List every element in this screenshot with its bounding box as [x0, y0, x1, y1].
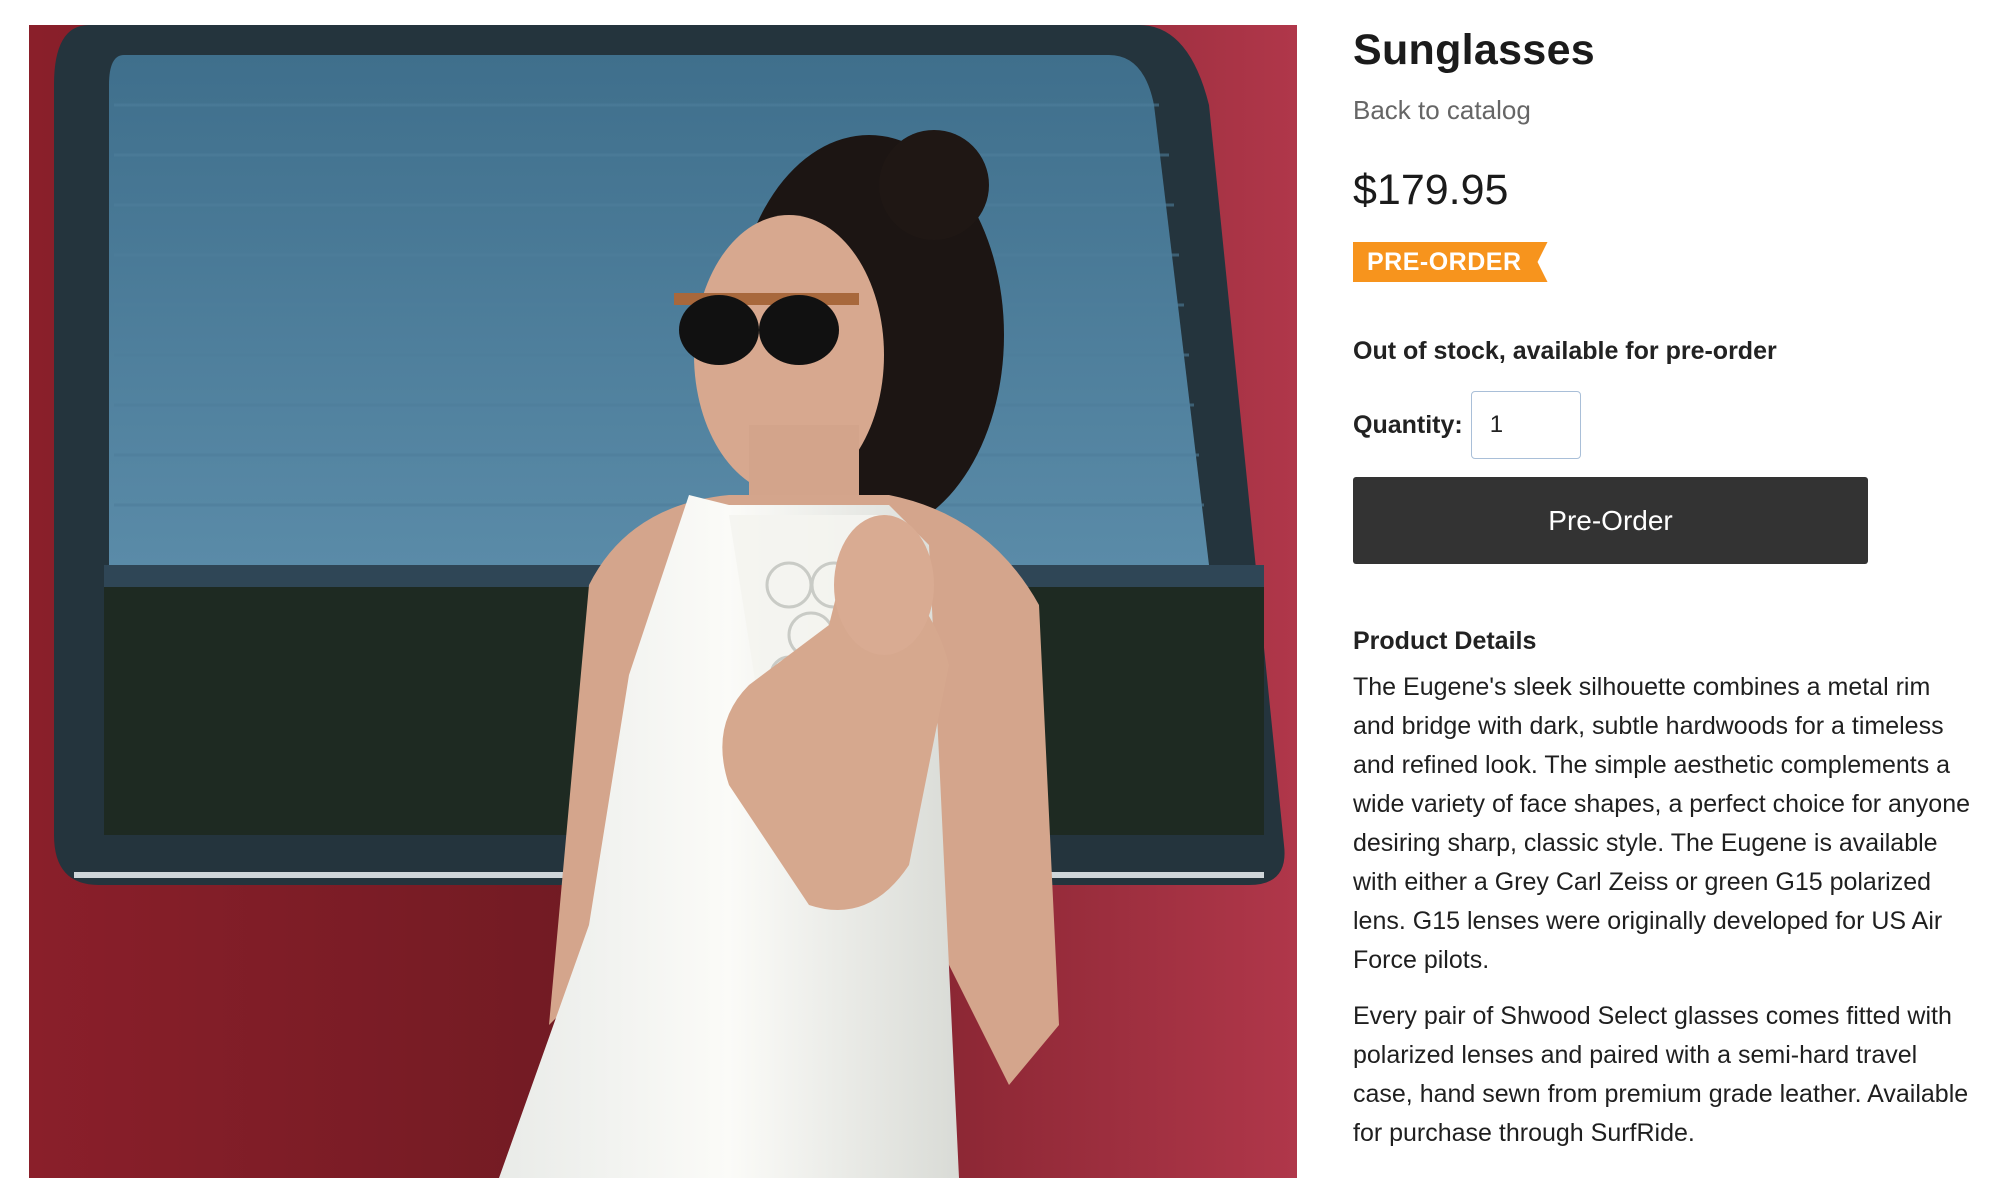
product-description-paragraph: Every pair of Shwood Select glasses come… — [1353, 1002, 1969, 1147]
product-title: Sunglasses — [1353, 26, 1595, 74]
quantity-row: Quantity: — [1353, 391, 1581, 459]
quantity-label: Quantity: — [1353, 410, 1463, 439]
product-page: Sunglasses Back to catalog $179.95 PRE-O… — [0, 0, 1999, 1178]
back-to-catalog-link[interactable]: Back to catalog — [1353, 95, 1531, 126]
product-photo — [29, 25, 1297, 1178]
stock-status: Out of stock, available for pre-order — [1353, 337, 1777, 365]
product-photo-illustration — [29, 25, 1297, 1178]
product-description-paragraph: The Eugene's sleek silhouette combines a… — [1353, 673, 1971, 974]
product-price: $179.95 — [1353, 166, 1509, 214]
quantity-input[interactable] — [1470, 391, 1581, 459]
product-details-heading: Product Details — [1353, 627, 1537, 655]
pre-order-button[interactable]: Pre-Order — [1353, 477, 1868, 564]
pre-order-badge: PRE-ORDER — [1353, 242, 1548, 282]
